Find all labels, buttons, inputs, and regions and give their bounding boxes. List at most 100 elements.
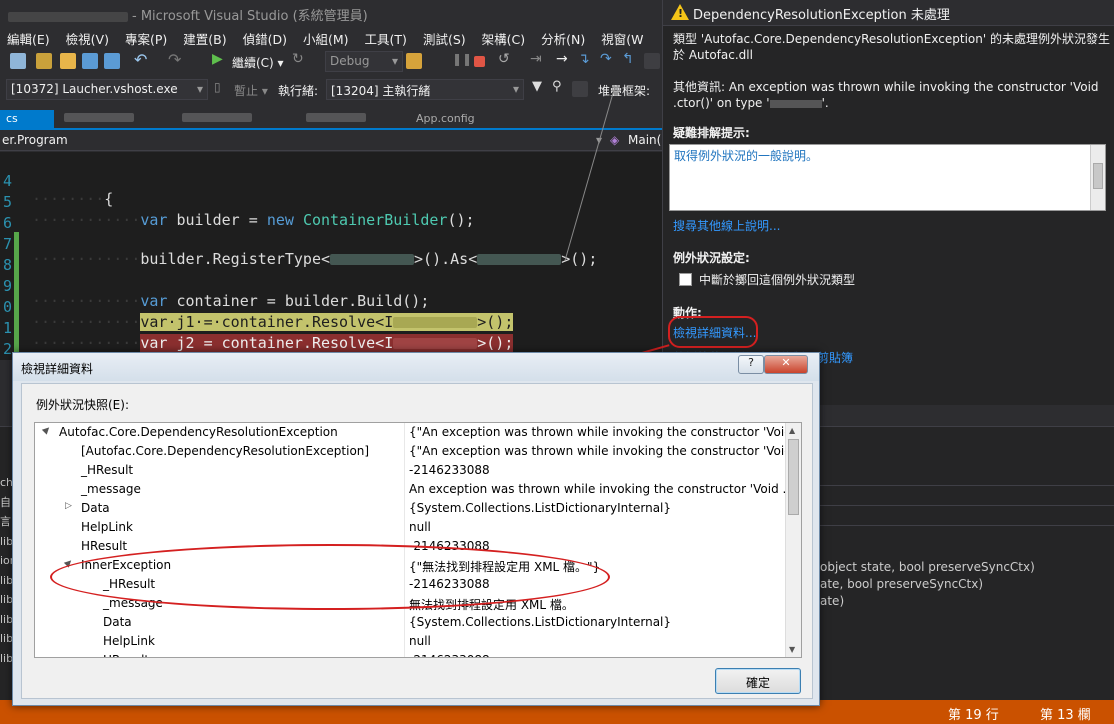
- dialog-title-bar[interactable]: 檢視詳細資料: [13, 353, 819, 381]
- fragment: 自言: [0, 495, 11, 529]
- tips-scrollbar[interactable]: [1090, 145, 1105, 210]
- member-dropdown[interactable]: Main(: [628, 133, 661, 147]
- tree-row[interactable]: HelpLink null: [35, 632, 787, 651]
- redo-icon[interactable]: ↷: [168, 50, 184, 69]
- scroll-up-icon[interactable]: ▲: [789, 426, 795, 435]
- close-button[interactable]: ✕: [764, 355, 808, 374]
- lifecycle-events-icon[interactable]: ▯: [214, 80, 230, 96]
- step-arrow-icon[interactable]: →: [556, 51, 572, 67]
- tree-row-name: Data: [81, 501, 110, 515]
- show-next-statement-icon[interactable]: ⇥: [530, 51, 546, 67]
- tab-file3-cs[interactable]: [300, 110, 390, 128]
- exception-snapshot-tree[interactable]: ▲ Autofac.Core.DependencyResolutionExcept…: [34, 422, 802, 658]
- tree-row[interactable]: ▷ Data {System.Collections.ListDictionaryI…: [35, 499, 787, 518]
- fragment: lib: [0, 573, 12, 587]
- step-out-icon[interactable]: ↰: [622, 51, 638, 67]
- tab-jobcenter2-cs[interactable]: [176, 110, 276, 128]
- scrollbar-thumb[interactable]: [1093, 163, 1103, 189]
- menu-debug[interactable]: 偵錯(D): [236, 26, 296, 48]
- menu-edit[interactable]: 編輯(E): [0, 26, 59, 48]
- call-stack-row[interactable]: object state, bool preserveSyncCtx): [820, 559, 1035, 576]
- fragment: cher.: [0, 476, 12, 489]
- collapse-icon[interactable]: ▲: [40, 424, 52, 436]
- code-editor[interactable]: 4 ········{ 5 ············var builder = …: [0, 152, 662, 376]
- tips-link[interactable]: 取得例外狀況的一般說明。: [674, 149, 818, 163]
- hex-display-icon[interactable]: [644, 53, 660, 69]
- exception-summary: 類型 'Autofac.Core.DependencyResolutionExc…: [673, 32, 1110, 62]
- scroll-down-icon[interactable]: ▼: [789, 645, 795, 654]
- ok-button[interactable]: 確定: [715, 668, 801, 694]
- call-stack-row[interactable]: ate, bool preserveSyncCtx): [820, 576, 1035, 593]
- exception-title: DependencyResolutionException 未處理: [693, 8, 950, 23]
- filter-icon[interactable]: ⚲: [552, 79, 568, 95]
- undo-icon[interactable]: ↶: [134, 50, 150, 69]
- stop-icon[interactable]: [474, 56, 485, 67]
- tree-row[interactable]: _message An exception was thrown while in…: [35, 480, 787, 499]
- tree-row[interactable]: _HResult -2146233088: [35, 461, 787, 480]
- tree-row[interactable]: Data {System.Collections.ListDictionaryIn…: [35, 613, 787, 632]
- class-dropdown[interactable]: er.Program: [2, 133, 68, 147]
- refresh-icon[interactable]: ↻: [292, 51, 308, 67]
- back-icon[interactable]: [10, 53, 26, 69]
- code-line: 5 ············var builder = new Containe…: [0, 175, 662, 229]
- open-folder-icon[interactable]: [60, 53, 76, 69]
- tab-program-cs[interactable]: cs: [0, 110, 54, 128]
- browse-icon[interactable]: [406, 53, 422, 69]
- view-detail-dialog: 檢視詳細資料 ? ✕ 例外狀況快照(E): ▲ Autofac.Core.Depe…: [12, 352, 820, 706]
- tree-row-name: HResult: [103, 653, 149, 657]
- menu-window[interactable]: 視窗(W: [594, 26, 652, 48]
- divider: [820, 525, 1114, 526]
- troubleshooting-tips-box[interactable]: 取得例外狀況的一般說明。: [669, 144, 1106, 211]
- tree-row[interactable]: ▲ Autofac.Core.DependencyResolutionExcept…: [35, 423, 787, 442]
- call-stack-row[interactable]: ate): [820, 593, 1035, 610]
- tab-jobcenter-cs[interactable]: [58, 110, 158, 128]
- solution-config-dropdown[interactable]: Debug: [325, 51, 403, 72]
- troubleshooting-header: 疑難排解提示:: [673, 126, 750, 140]
- menu-build[interactable]: 建置(B): [176, 26, 235, 48]
- thread-options-icon[interactable]: [572, 81, 588, 97]
- restart-icon[interactable]: ↺: [498, 51, 514, 67]
- scrollbar-thumb[interactable]: [788, 439, 799, 515]
- tree-row[interactable]: HResult -2146233088: [35, 651, 787, 657]
- menu-team[interactable]: 小組(M): [296, 26, 358, 48]
- thread-dropdown[interactable]: [13204] 主執行緒: [326, 79, 524, 100]
- code-line: 1: [0, 301, 662, 358]
- document-tab-strip: cs App.config: [0, 110, 662, 130]
- search-online-link[interactable]: 搜尋其他線上說明...: [673, 217, 780, 234]
- left-fragments: cher. 自言 lib ior lib lib lib lib lib: [0, 473, 12, 668]
- snapshot-label: 例外狀況快照(E):: [36, 398, 129, 412]
- menu-architecture[interactable]: 架構(C): [475, 26, 534, 48]
- window-title: - Microsoft Visual Studio (系統管理員): [132, 9, 368, 24]
- expand-icon[interactable]: ▷: [65, 501, 72, 511]
- divider: [820, 485, 1114, 486]
- flag-thread-icon[interactable]: ▼: [532, 79, 548, 95]
- step-over-icon[interactable]: ↷: [600, 51, 616, 67]
- blurred-project-name: [8, 11, 128, 22]
- save-icon[interactable]: [82, 53, 98, 69]
- help-button[interactable]: ?: [738, 355, 764, 374]
- tree-row[interactable]: HelpLink null: [35, 518, 787, 537]
- tree-scrollbar[interactable]: ▲ ▼: [785, 423, 801, 657]
- continue-icon[interactable]: ▶: [212, 51, 228, 67]
- menu-analyze[interactable]: 分析(N): [534, 26, 594, 48]
- new-project-icon[interactable]: [36, 53, 52, 69]
- fragment: lib: [0, 593, 12, 606]
- tab-app-config[interactable]: App.config: [410, 110, 500, 128]
- menu-test[interactable]: 測試(S): [416, 26, 475, 48]
- pause-icon[interactable]: ❚❚: [452, 52, 472, 68]
- process-dropdown[interactable]: [10372] Laucher.vshost.exe: [6, 79, 208, 100]
- break-on-throw-checkbox[interactable]: [679, 273, 692, 286]
- continue-button[interactable]: 繼續(C) ▾: [232, 54, 284, 71]
- blurred-tab-label: [64, 113, 134, 122]
- tree-row[interactable]: [Autofac.Core.DependencyResolutionExcept…: [35, 442, 787, 461]
- menu-view[interactable]: 檢視(V): [59, 26, 118, 48]
- tree-row-value: null: [409, 520, 431, 534]
- menu-project[interactable]: 專案(P): [118, 26, 176, 48]
- tree-row-name: _HResult: [81, 463, 134, 477]
- lifecycle-events-dropdown[interactable]: 暫止 ▾: [234, 82, 268, 99]
- save-all-icon[interactable]: [104, 53, 120, 69]
- step-into-icon[interactable]: ↴: [578, 51, 594, 67]
- dialog-body: 例外狀況快照(E): ▲ Autofac.Core.DependencyResol…: [21, 383, 813, 699]
- code-line: 2 ········}: [0, 322, 662, 376]
- menu-tools[interactable]: 工具(T): [358, 26, 416, 48]
